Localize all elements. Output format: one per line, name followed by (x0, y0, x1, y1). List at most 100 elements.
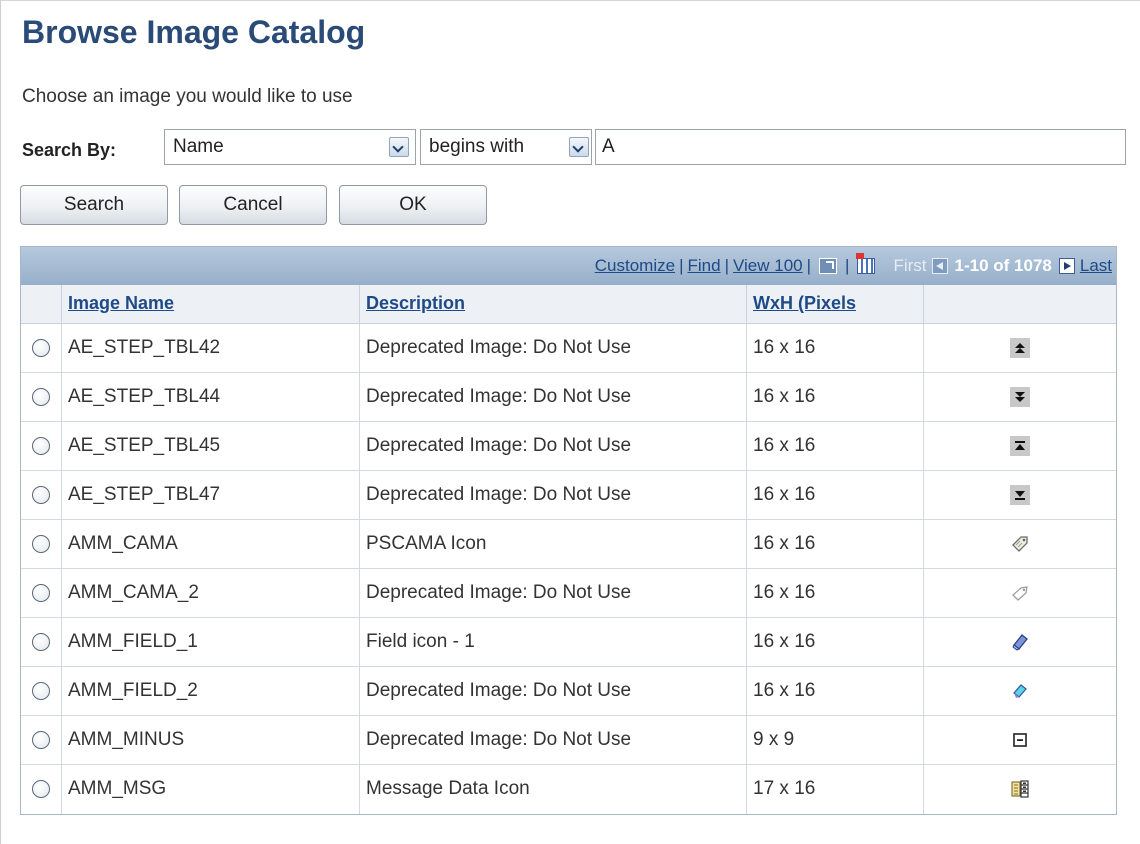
table-row[interactable]: AMM_MINUS Deprecated Image: Do Not Use 9 x… (21, 715, 1116, 765)
move-down-icon (1010, 484, 1030, 505)
size-cell: 16 x 16 (746, 666, 924, 716)
instructions-text: Choose an image you would like to use (22, 86, 353, 107)
row-radio-button[interactable] (32, 730, 50, 749)
description-cell: Deprecated Image: Do Not Use (359, 323, 747, 373)
customize-link[interactable]: Customize (595, 256, 675, 276)
size-cell: 16 x 16 (746, 323, 924, 373)
preview-header (923, 285, 1116, 324)
description-header: Description (359, 285, 747, 324)
image-name-cell: AE_STEP_TBL42 (61, 323, 360, 373)
view-all-link[interactable]: View 100 (733, 256, 803, 276)
cancel-button[interactable]: Cancel (179, 185, 327, 225)
previous-page-icon (931, 258, 948, 274)
description-cell: Deprecated Image: Do Not Use (359, 666, 747, 716)
search-by-label: Search By: (22, 140, 117, 160)
move-bottom-icon (1010, 386, 1030, 407)
search-operator-value: begins with (429, 136, 525, 157)
image-table: Image Name Description WxH (Pixels AE_ST… (21, 285, 1116, 814)
table-row[interactable]: AE_STEP_TBL45 Deprecated Image: Do Not Us… (21, 421, 1116, 471)
image-name-cell: AMM_MINUS (61, 715, 360, 765)
search-operator-select[interactable]: begins with (420, 129, 592, 165)
table-row[interactable]: AMM_MSG Message Data Icon 17 x 16 (21, 764, 1117, 814)
separator: | (806, 256, 812, 275)
row-radio-button[interactable] (32, 583, 50, 602)
size-cell: 16 x 16 (746, 421, 924, 471)
tag-icon (1010, 534, 1030, 554)
size-sort-link[interactable]: WxH (Pixels (753, 293, 856, 313)
find-link[interactable]: Find (687, 256, 720, 276)
image-name-cell: AE_STEP_TBL45 (61, 421, 360, 471)
search-field-value: Name (173, 136, 224, 157)
size-cell: 16 x 16 (746, 568, 924, 618)
image-name-header: Image Name (61, 285, 360, 324)
field-cyan-icon (1010, 681, 1030, 701)
image-name-cell: AMM_CAMA_2 (61, 568, 360, 618)
last-link[interactable]: Last (1080, 256, 1112, 276)
size-cell: 16 x 16 (746, 372, 924, 422)
separator: | (724, 256, 729, 275)
zoom-icon[interactable] (819, 258, 838, 274)
size-cell: 16 x 16 (746, 519, 924, 569)
search-input[interactable] (595, 129, 1126, 165)
row-radio-button[interactable] (32, 534, 50, 553)
image-name-cell: AMM_MSG (61, 764, 360, 814)
select-cell (21, 323, 62, 373)
table-row[interactable]: AE_STEP_TBL44 Deprecated Image: Do Not Us… (21, 372, 1116, 422)
preview-cell (923, 715, 1116, 765)
preview-cell (923, 568, 1116, 618)
download-grid-icon[interactable] (856, 253, 876, 274)
description-cell: Deprecated Image: Do Not Use (359, 470, 747, 520)
separator: | (679, 256, 684, 275)
search-button[interactable]: Search (20, 185, 168, 225)
size-cell: 16 x 16 (746, 617, 924, 667)
description-cell: Deprecated Image: Do Not Use (359, 568, 747, 618)
table-row[interactable]: AMM_FIELD_1 Field icon - 1 16 x 16 (21, 617, 1116, 667)
row-radio-button[interactable] (32, 780, 50, 799)
chevron-down-icon[interactable] (569, 137, 589, 157)
row-radio-button[interactable] (32, 436, 50, 455)
first-label: First (893, 256, 927, 275)
preview-cell (923, 323, 1116, 373)
table-row[interactable]: AE_STEP_TBL47 Deprecated Image: Do Not Us… (21, 470, 1116, 520)
move-up-icon (1010, 435, 1030, 456)
table-header-row: Image Name Description WxH (Pixels (21, 285, 1116, 324)
table-row[interactable]: AMM_FIELD_2 Deprecated Image: Do Not Use 1… (21, 666, 1116, 716)
image-name-cell: AMM_CAMA (61, 519, 360, 569)
row-radio-button[interactable] (32, 632, 50, 651)
select-cell (21, 519, 62, 569)
row-radio-button[interactable] (32, 485, 50, 504)
table-row[interactable]: AE_STEP_TBL42 Deprecated Image: Do Not Us… (21, 323, 1116, 373)
row-radio-button[interactable] (32, 387, 50, 406)
select-cell (21, 421, 62, 471)
image-name-cell: AE_STEP_TBL44 (61, 372, 360, 422)
select-cell (21, 715, 62, 765)
next-page-icon[interactable] (1058, 258, 1075, 274)
chevron-down-icon[interactable] (389, 137, 409, 157)
ok-button[interactable]: OK (339, 185, 487, 225)
table-row[interactable]: AMM_CAMA_2 Deprecated Image: Do Not Use 16… (21, 568, 1116, 618)
image-name-cell: AMM_FIELD_2 (61, 666, 360, 716)
description-cell: Message Data Icon (359, 764, 747, 814)
table-row[interactable]: AMM_CAMA PSCAMA Icon 16 x 16 (21, 519, 1116, 569)
size-header: WxH (Pixels (746, 285, 924, 324)
grid-navigation-bar: Customize | Find | View 100 | | First 1-… (21, 247, 1116, 285)
size-cell: 16 x 16 (746, 470, 924, 520)
move-top-icon (1010, 337, 1030, 358)
message-data-icon (1010, 779, 1030, 799)
row-radio-button[interactable] (32, 681, 50, 700)
preview-cell (923, 617, 1116, 667)
preview-cell (924, 765, 1117, 814)
image-name-sort-link[interactable]: Image Name (68, 293, 174, 313)
select-cell (21, 568, 62, 618)
row-range: 1-10 of 1078 (954, 256, 1052, 275)
select-cell (21, 470, 62, 520)
description-cell: Field icon - 1 (359, 617, 747, 667)
search-field-select[interactable]: Name (164, 129, 416, 165)
image-name-cell: AE_STEP_TBL47 (61, 470, 360, 520)
select-cell (21, 764, 62, 814)
description-sort-link[interactable]: Description (366, 293, 465, 313)
row-radio-button[interactable] (32, 338, 50, 357)
tag-outline-icon (1010, 583, 1030, 603)
size-cell: 17 x 16 (746, 764, 924, 814)
description-cell: Deprecated Image: Do Not Use (359, 372, 747, 422)
